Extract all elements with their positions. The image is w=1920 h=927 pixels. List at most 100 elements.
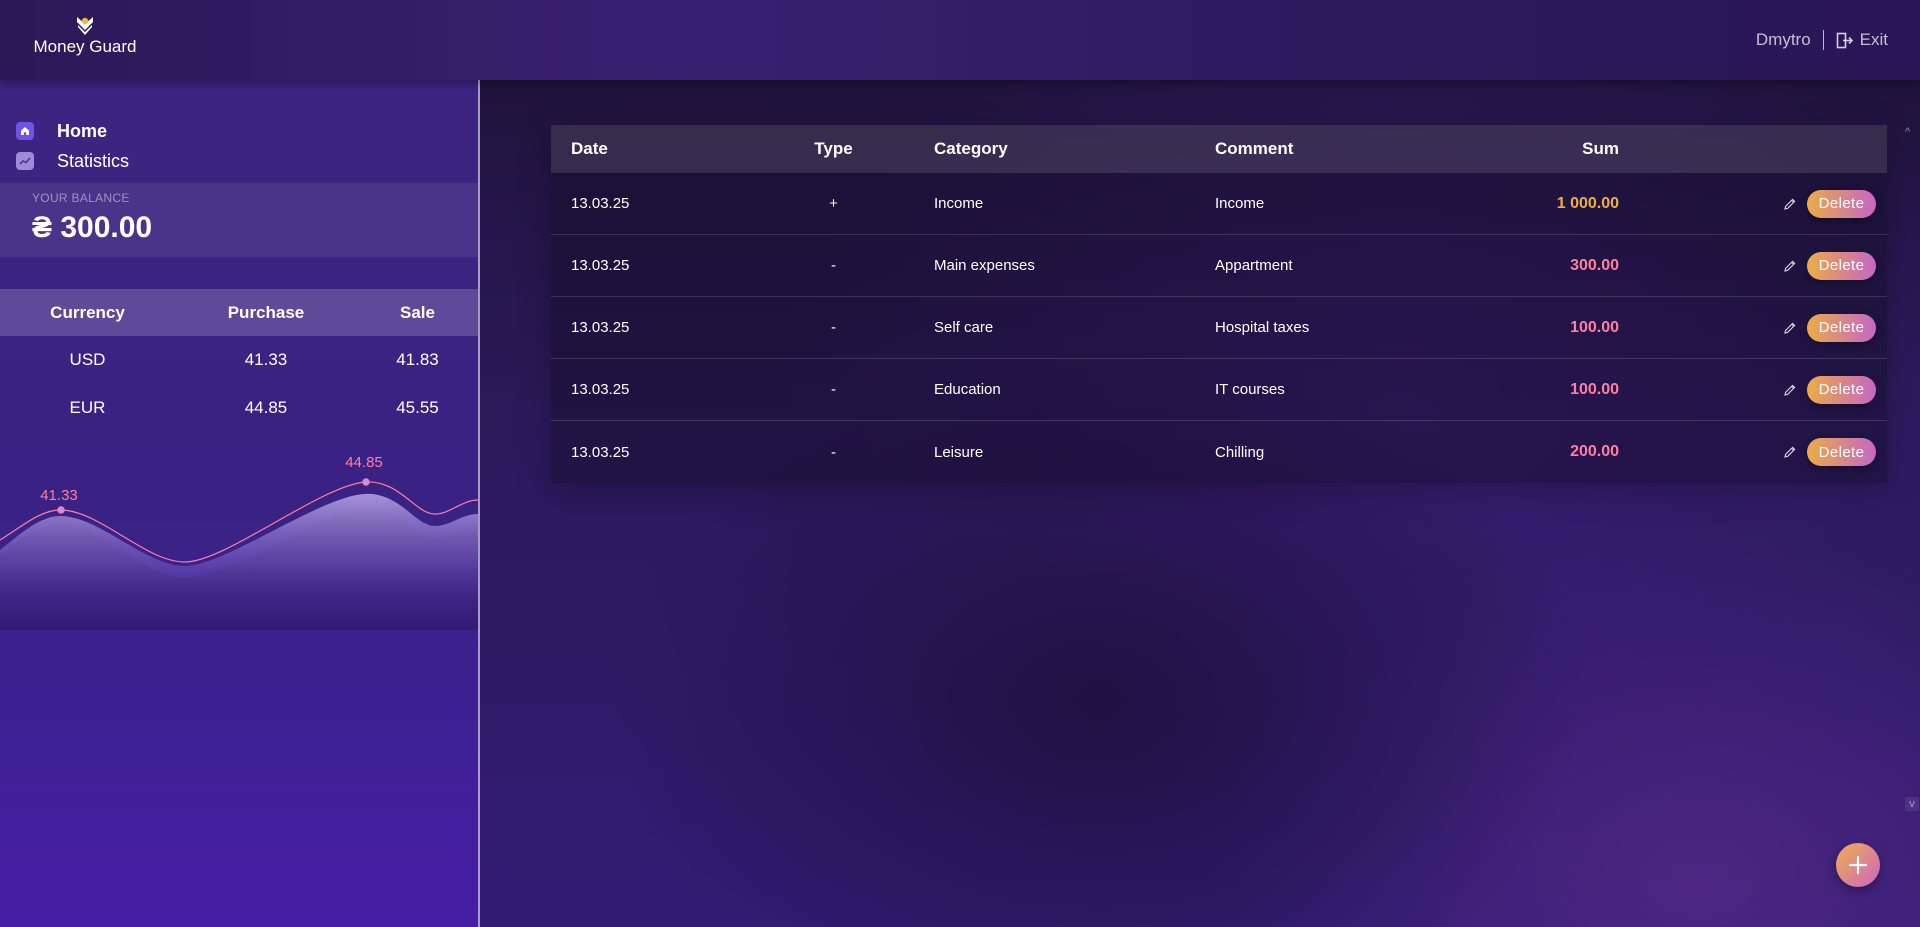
row-actions: Delete [1619, 251, 1887, 280]
currency-table: Currency Purchase Sale USD 41.33 41.83 E… [0, 289, 478, 432]
table-row: 13.03.25 - Leisure Chilling 200.00 Delete [551, 421, 1887, 483]
transaction-sum: 200.00 [1570, 443, 1619, 460]
edit-button[interactable] [1783, 197, 1797, 211]
sum-column-header: Sum [1582, 139, 1619, 158]
transaction-sum: 300.00 [1570, 256, 1619, 274]
add-transaction-button[interactable] [1836, 843, 1880, 887]
table-row: 13.03.25 - Education IT courses 100.00 Delete [551, 359, 1887, 421]
chart-icon [16, 152, 34, 170]
logo-text: Money Guard [33, 37, 137, 56]
pencil-icon [1784, 446, 1796, 458]
currency-row: EUR 44.85 45.55 [0, 384, 478, 432]
transaction-sum: 100.00 [1570, 380, 1619, 398]
currency-table-header: Currency Purchase Sale [0, 289, 478, 336]
transactions-table: Date Type Category Comment Sum 13.03.25 +… [551, 125, 1887, 483]
transaction-category: Main expenses [934, 257, 1035, 274]
sale-column-header: Sale [400, 302, 435, 322]
nav-item-statistics[interactable]: Statistics [16, 146, 129, 176]
sale-rate: 41.83 [396, 350, 439, 369]
balance-value: ₴ 300.00 [32, 211, 153, 244]
currency-code: USD [69, 350, 106, 369]
row-actions: Delete [1619, 189, 1887, 218]
exit-label: Exit [1859, 30, 1888, 49]
chart-area [0, 493, 478, 630]
transaction-type: - [831, 257, 836, 274]
pencil-icon [1784, 322, 1796, 334]
transaction-date: 13.03.25 [571, 257, 630, 274]
nav-label-home: Home [57, 120, 108, 141]
transaction-comment: Hospital taxes [1215, 319, 1310, 336]
edit-button[interactable] [1783, 259, 1797, 273]
delete-button[interactable]: Delete [1807, 189, 1876, 218]
transaction-date: 13.03.25 [571, 319, 630, 336]
comment-column-header: Comment [1215, 139, 1294, 158]
currency-rate-chart: 41.33 44.85 [0, 454, 478, 630]
currency-row: USD 41.33 41.83 [0, 336, 478, 384]
chart-point-eur [362, 478, 370, 486]
transaction-comment: Appartment [1215, 257, 1293, 274]
category-column-header: Category [934, 139, 1008, 158]
transaction-category: Self care [934, 319, 994, 336]
transaction-date: 13.03.25 [571, 381, 630, 398]
transaction-category: Income [934, 195, 984, 212]
date-column-header: Date [571, 139, 608, 158]
edit-button[interactable] [1783, 383, 1797, 397]
exit-button[interactable]: Exit [1836, 30, 1888, 50]
transaction-date: 13.03.25 [571, 443, 630, 461]
pencil-icon [1784, 198, 1796, 210]
transactions-table-header: Date Type Category Comment Sum [551, 125, 1887, 173]
transactions-table-body: 13.03.25 + Income Income 1 000.00 Delete 13.03… [551, 173, 1887, 483]
sidebar: Home Statistics YOUR BALANCE ₴ 300.00 Cu… [0, 80, 480, 927]
logo[interactable]: Money Guard [32, 14, 138, 57]
transaction-date: 13.03.25 [571, 195, 630, 212]
app-header: Money Guard Dmytro Exit [0, 0, 1920, 80]
nav-label-statistics: Statistics [57, 150, 130, 171]
scroll-down-arrow[interactable]: v [1905, 797, 1919, 811]
delete-button[interactable]: Delete [1807, 375, 1876, 404]
transaction-category: Education [934, 381, 1001, 398]
home-icon [16, 122, 34, 140]
currency-code: EUR [69, 398, 106, 417]
transaction-comment: Chilling [1215, 443, 1265, 461]
balance-card: YOUR BALANCE ₴ 300.00 [0, 183, 478, 257]
transaction-category: Leisure [934, 443, 984, 461]
transaction-type: - [831, 319, 836, 336]
transaction-comment: Income [1215, 195, 1265, 212]
purchase-rate: 44.85 [244, 398, 288, 417]
pencil-icon [1784, 260, 1796, 272]
pencil-icon [1784, 384, 1796, 396]
table-row: 13.03.25 - Self care Hospital taxes 100.00 De… [551, 297, 1887, 359]
scroll-up-arrow[interactable]: ^ [1905, 126, 1910, 138]
edit-button[interactable] [1783, 321, 1797, 335]
type-column-header: Type [814, 139, 853, 158]
purchase-column-header: Purchase [227, 302, 305, 322]
plus-icon [1848, 855, 1868, 875]
transaction-comment: IT courses [1215, 381, 1285, 398]
transaction-sum: 1 000.00 [1556, 194, 1619, 212]
nav-menu: Home Statistics [16, 116, 129, 176]
username: Dmytro [1755, 30, 1811, 49]
money-guard-logo-icon [77, 17, 93, 35]
chart-label-usd: 41.33 [40, 487, 78, 504]
delete-button[interactable]: Delete [1807, 438, 1876, 466]
transaction-type: + [829, 195, 838, 212]
chart-label-eur: 44.85 [345, 454, 383, 471]
transaction-sum: 100.00 [1570, 318, 1619, 336]
row-actions: Delete [1619, 375, 1887, 404]
table-row: 13.03.25 + Income Income 1 000.00 Delete [551, 173, 1887, 235]
exit-icon [1836, 32, 1853, 48]
transaction-type: - [831, 381, 836, 398]
divider [1822, 30, 1824, 50]
delete-button[interactable]: Delete [1807, 251, 1876, 280]
delete-button[interactable]: Delete [1807, 313, 1876, 342]
sale-rate: 45.55 [396, 398, 439, 417]
chart-point-usd [57, 506, 65, 514]
currency-column-header: Currency [50, 302, 125, 322]
transaction-type: - [831, 443, 836, 461]
nav-item-home[interactable]: Home [16, 116, 129, 146]
edit-button[interactable] [1783, 445, 1797, 459]
balance-label: YOUR BALANCE [32, 191, 130, 205]
purchase-rate: 41.33 [244, 350, 288, 369]
user-area: Dmytro Exit [1756, 30, 1888, 50]
table-row: 13.03.25 - Main expenses Appartment 300.00 De… [551, 235, 1887, 297]
